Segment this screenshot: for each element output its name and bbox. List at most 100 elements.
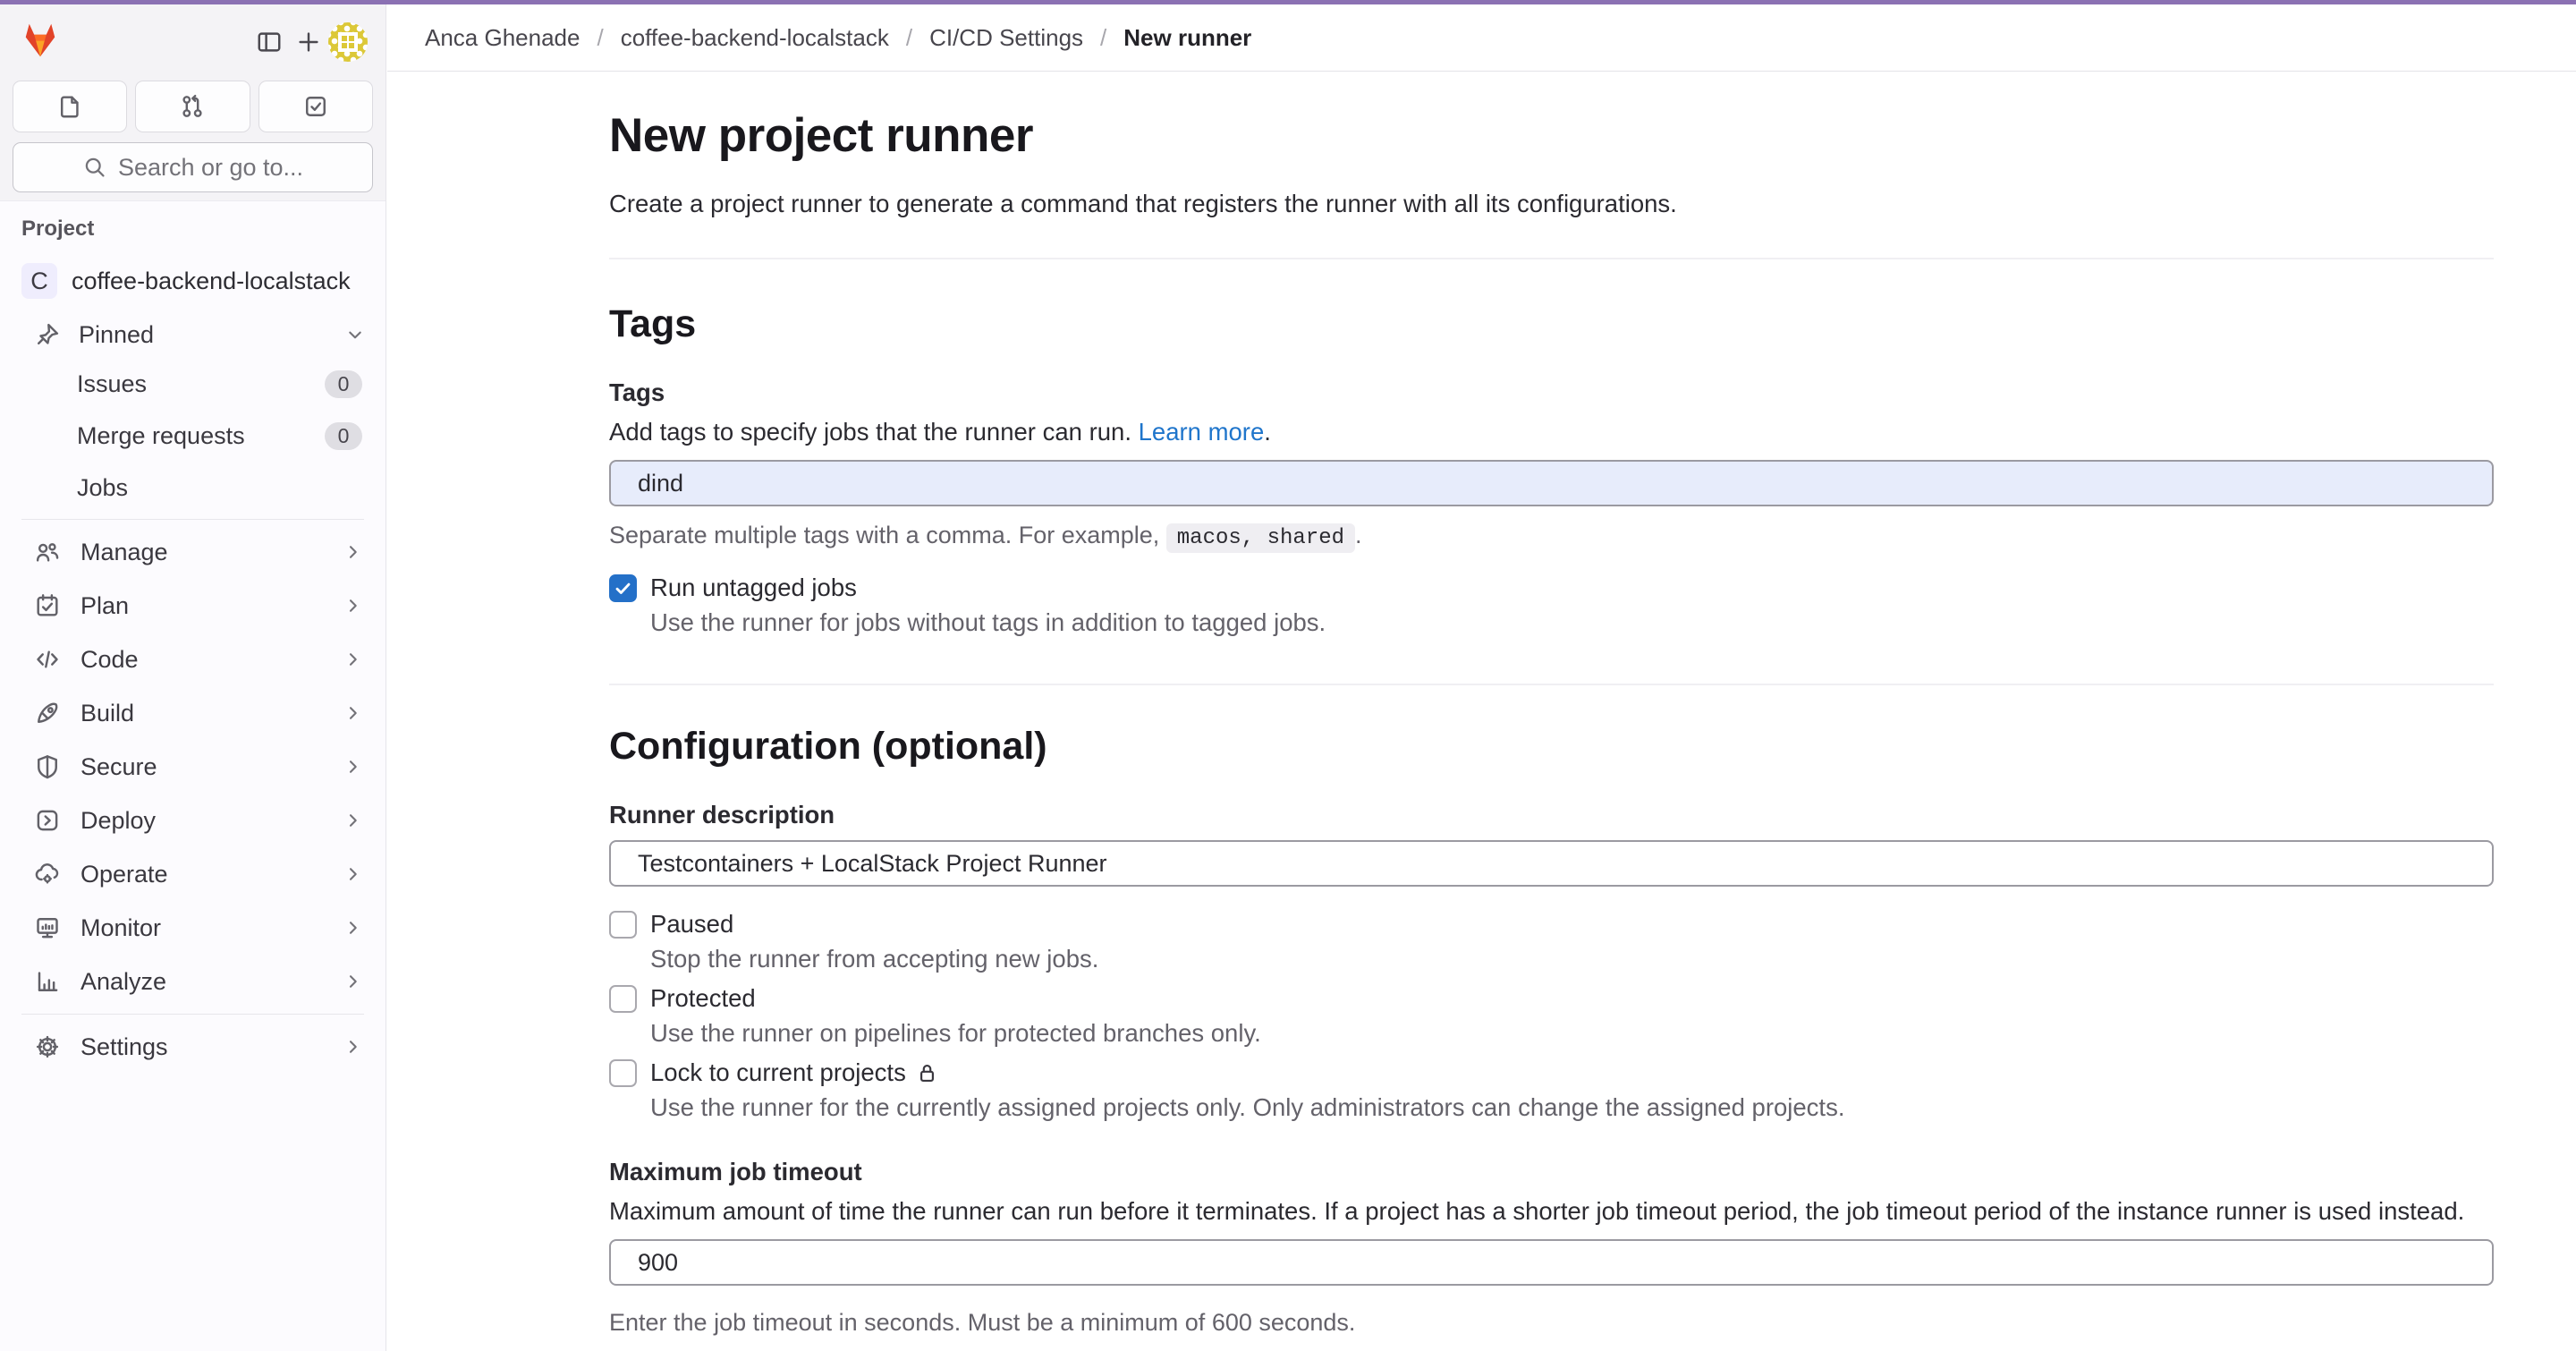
lock-label: Lock to current projects — [650, 1058, 939, 1087]
sidebar-item-pinned[interactable]: Pinned — [0, 311, 386, 358]
breadcrumb-current: New runner — [1123, 24, 1251, 52]
sidebar-item-deploy[interactable]: Deploy — [0, 794, 386, 847]
breadcrumb-separator: / — [597, 24, 603, 52]
task-done-icon — [302, 93, 329, 120]
breadcrumb-user[interactable]: Anca Ghenade — [425, 24, 580, 52]
project-avatar: C — [21, 263, 57, 299]
section-divider — [609, 258, 2494, 259]
user-avatar[interactable] — [328, 22, 368, 62]
shield-icon — [34, 753, 61, 780]
breadcrumb-separator: / — [1100, 24, 1106, 52]
paused-group: Paused Stop the runner from accepting ne… — [609, 910, 2494, 973]
sidebar-item-settings[interactable]: Settings — [0, 1020, 386, 1074]
chevron-right-icon — [343, 971, 364, 992]
sidebar-item-jobs[interactable]: Jobs — [0, 462, 386, 514]
merge-requests-shortcut-button[interactable] — [135, 81, 250, 132]
issues-count-badge: 0 — [325, 370, 362, 398]
sidebar-item-code[interactable]: Code — [0, 633, 386, 686]
sidebar-toggle-icon[interactable] — [250, 22, 289, 62]
page-subtitle: Create a project runner to generate a co… — [609, 190, 2494, 218]
rocket-icon — [34, 700, 61, 726]
sidebar-item-monitor[interactable]: Monitor — [0, 901, 386, 955]
search-placeholder: Search or go to... — [118, 154, 303, 182]
chevron-right-icon — [343, 541, 364, 563]
paused-checkbox[interactable] — [609, 911, 637, 939]
section-divider — [609, 684, 2494, 685]
tags-input[interactable] — [609, 460, 2494, 506]
run-untagged-checkbox-row[interactable]: Run untagged jobs — [609, 574, 2494, 602]
lock-checkbox[interactable] — [609, 1059, 637, 1087]
tags-helper: Separate multiple tags with a comma. For… — [609, 522, 2494, 550]
chevron-right-icon — [343, 649, 364, 670]
merge-requests-count-badge: 0 — [325, 422, 362, 450]
tags-example-code: macos, shared — [1166, 523, 1355, 553]
divider — [21, 519, 364, 520]
timeout-helper: Enter the job timeout in seconds. Must b… — [609, 1309, 2494, 1337]
tags-section-title: Tags — [609, 302, 2494, 346]
protected-checkbox[interactable] — [609, 985, 637, 1013]
sidebar-nav: Project C coffee-backend-localstack Pinn… — [0, 200, 386, 1351]
merge-request-icon — [179, 93, 206, 120]
issues-shortcut-button[interactable] — [13, 81, 127, 132]
sidebar-item-merge-requests[interactable]: Merge requests 0 — [0, 410, 386, 462]
runner-description-input[interactable] — [609, 840, 2494, 887]
calendar-check-icon — [34, 592, 61, 619]
monitor-icon — [34, 914, 61, 941]
sidebar-item-manage[interactable]: Manage — [0, 525, 386, 579]
deploy-icon — [34, 807, 61, 834]
sidebar-item-secure[interactable]: Secure — [0, 740, 386, 794]
chevron-right-icon — [343, 595, 364, 616]
chevron-right-icon — [343, 863, 364, 885]
paused-label: Paused — [650, 910, 733, 939]
super-sidebar: Search or go to... Project C coffee-back… — [0, 4, 386, 1351]
search-icon — [82, 155, 107, 180]
lock-icon — [915, 1061, 939, 1085]
run-untagged-checkbox[interactable] — [609, 574, 637, 602]
main-area: Anca Ghenade / coffee-backend-localstack… — [387, 4, 2576, 1351]
sidebar-item-plan[interactable]: Plan — [0, 579, 386, 633]
protected-checkbox-row[interactable]: Protected — [609, 984, 2494, 1013]
sidebar-header: Search or go to... — [0, 4, 386, 200]
sidebar-item-project[interactable]: C coffee-backend-localstack — [0, 256, 386, 306]
lock-checkbox-row[interactable]: Lock to current projects — [609, 1058, 2494, 1087]
chevron-down-icon — [344, 324, 366, 345]
tags-field-description: Add tags to specify jobs that the runner… — [609, 418, 2494, 446]
timeout-input[interactable] — [609, 1239, 2494, 1286]
chart-icon — [34, 968, 61, 995]
users-icon — [34, 539, 61, 565]
sidebar-item-issues[interactable]: Issues 0 — [0, 358, 386, 410]
tags-field-label: Tags — [609, 378, 2494, 407]
lock-helper: Use the runner for the currently assigne… — [650, 1093, 2494, 1122]
run-untagged-helper: Use the runner for jobs without tags in … — [650, 608, 2494, 637]
learn-more-link[interactable]: Learn more — [1139, 418, 1265, 446]
breadcrumb: Anca Ghenade / coffee-backend-localstack… — [387, 4, 2576, 72]
chevron-right-icon — [343, 756, 364, 777]
pin-icon — [34, 321, 61, 348]
theme-top-strip — [0, 0, 2576, 4]
chevron-right-icon — [343, 810, 364, 831]
gitlab-logo[interactable] — [20, 21, 61, 64]
protected-label: Protected — [650, 984, 756, 1013]
sidebar-item-build[interactable]: Build — [0, 686, 386, 740]
document-icon — [56, 93, 83, 120]
chevron-right-icon — [343, 702, 364, 724]
run-untagged-group: Run untagged jobs Use the runner for job… — [609, 574, 2494, 637]
chevron-right-icon — [343, 917, 364, 939]
chevron-right-icon — [343, 1036, 364, 1058]
sidebar-item-operate[interactable]: Operate — [0, 847, 386, 901]
paused-checkbox-row[interactable]: Paused — [609, 910, 2494, 939]
config-section-title: Configuration (optional) — [609, 725, 2494, 769]
sidebar-item-analyze[interactable]: Analyze — [0, 955, 386, 1008]
breadcrumb-project[interactable]: coffee-backend-localstack — [621, 24, 889, 52]
breadcrumb-cicd-settings[interactable]: CI/CD Settings — [929, 24, 1083, 52]
gear-icon — [34, 1033, 61, 1060]
timeout-label: Maximum job timeout — [609, 1158, 2494, 1186]
plus-icon[interactable] — [289, 22, 328, 62]
todos-shortcut-button[interactable] — [258, 81, 373, 132]
nav-section-label: Project — [0, 217, 386, 242]
protected-helper: Use the runner on pipelines for protecte… — [650, 1019, 2494, 1048]
search-input[interactable]: Search or go to... — [13, 142, 373, 192]
project-name: coffee-backend-localstack — [72, 268, 351, 295]
run-untagged-label: Run untagged jobs — [650, 574, 857, 602]
timeout-description: Maximum amount of time the runner can ru… — [609, 1197, 2494, 1226]
